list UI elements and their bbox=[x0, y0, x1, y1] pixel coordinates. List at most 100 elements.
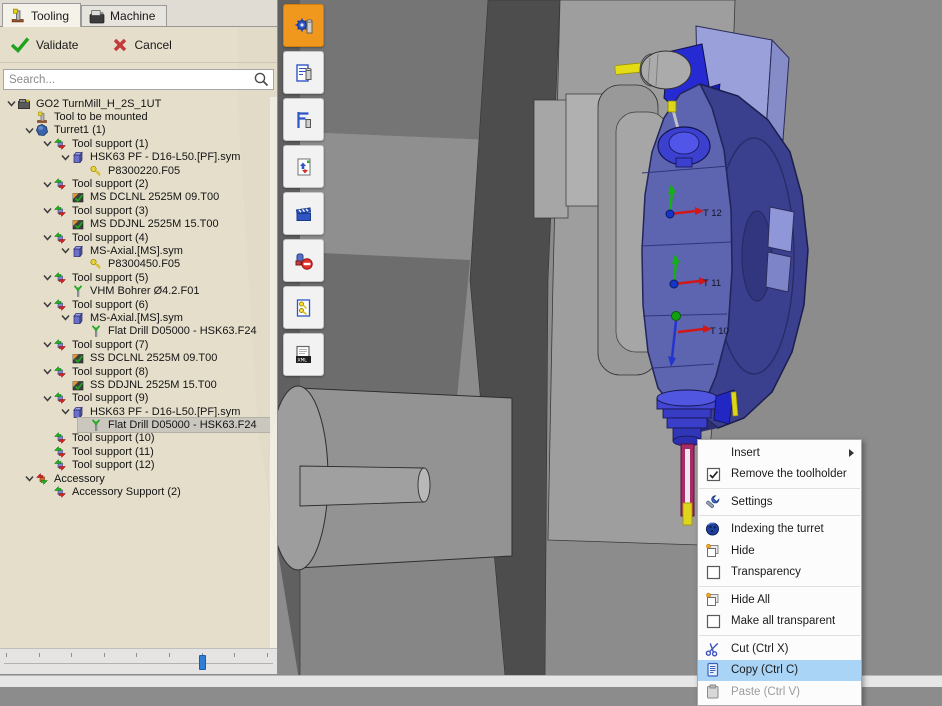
tool-support-icon bbox=[54, 459, 67, 471]
tool-keys-document-button[interactable] bbox=[283, 286, 324, 329]
xml-export-button[interactable]: XML bbox=[283, 333, 324, 376]
chevron-down-icon[interactable] bbox=[42, 339, 53, 350]
workpiece-bar bbox=[300, 466, 424, 506]
chevron-down-icon[interactable] bbox=[6, 98, 17, 109]
scissors-icon bbox=[703, 641, 723, 657]
simulation-button[interactable] bbox=[283, 192, 324, 235]
tool-measurement-button[interactable] bbox=[283, 98, 324, 141]
tool-data-sheet-button[interactable] bbox=[283, 51, 324, 94]
tree-item[interactable]: VHM Bohrer Ø4.2.F01 bbox=[60, 284, 270, 297]
tree-item[interactable]: GO2 TurnMill_H_2S_1UT bbox=[6, 97, 270, 110]
tree-item[interactable]: Tool to be mounted bbox=[24, 110, 270, 123]
tree-item[interactable]: Tool support (5) bbox=[42, 271, 270, 284]
tree-item[interactable]: Tool support (4) bbox=[42, 231, 270, 244]
tree-item[interactable]: Tool support (8) bbox=[42, 365, 270, 378]
station-label-t10: T 10 bbox=[710, 326, 729, 337]
validate-button[interactable]: Validate bbox=[10, 36, 78, 53]
chevron-down-icon[interactable] bbox=[42, 366, 53, 377]
tree-item[interactable]: SS DCLNL 2525M 09.T00 bbox=[60, 351, 270, 364]
flat-drill-tool[interactable] bbox=[681, 444, 694, 525]
cube-icon bbox=[703, 592, 723, 608]
chevron-down-icon[interactable] bbox=[24, 125, 35, 136]
panel-transparency-slider[interactable] bbox=[0, 648, 277, 674]
chevron-down-icon[interactable] bbox=[42, 138, 53, 149]
menu-item-indexing-the-turret[interactable]: Indexing the turret bbox=[698, 519, 861, 541]
indent-spacer bbox=[78, 259, 89, 270]
menu-item-hide[interactable]: Hide bbox=[698, 540, 861, 562]
tree-scrollbar[interactable] bbox=[270, 97, 277, 648]
menu-item-paste[interactable]: Paste (Ctrl V) bbox=[698, 681, 861, 703]
chevron-down-icon[interactable] bbox=[60, 312, 71, 323]
checkbox-icon[interactable] bbox=[703, 613, 723, 629]
tree-item[interactable]: MS-Axial.[MS].sym bbox=[60, 311, 270, 324]
tree-item[interactable]: MS DCLNL 2525M 09.T00 bbox=[60, 191, 270, 204]
tree-item[interactable]: Tool support (2) bbox=[42, 177, 270, 190]
menu-item-cut[interactable]: Cut (Ctrl X) bbox=[698, 638, 861, 660]
menu-item-remove-the-toolholder[interactable]: Remove the toolholder bbox=[698, 464, 861, 486]
chevron-down-icon[interactable] bbox=[60, 152, 71, 163]
menu-item-label: Hide All bbox=[731, 594, 854, 606]
menu-item-label: Remove the toolholder bbox=[731, 468, 854, 480]
tree-item[interactable]: Tool support (7) bbox=[42, 338, 270, 351]
tree-item-label: Tool support (4) bbox=[70, 232, 150, 244]
tree-item[interactable]: Tool support (6) bbox=[42, 298, 270, 311]
tree-item-label: Flat Drill D05000 - HSK63.F24 bbox=[106, 325, 259, 337]
menu-item-insert[interactable]: Insert bbox=[698, 442, 861, 464]
search-input[interactable] bbox=[4, 74, 253, 86]
menu-item-settings[interactable]: Settings bbox=[698, 491, 861, 513]
menu-item-make-all-transparent[interactable]: Make all transparent bbox=[698, 611, 861, 633]
paste-icon bbox=[703, 684, 723, 700]
tree-item[interactable]: MS-Axial.[MS].sym bbox=[60, 244, 270, 257]
tree-item-label: Flat Drill D05000 - HSK63.F24 bbox=[106, 419, 259, 431]
tab-machine-label: Machine bbox=[110, 9, 155, 23]
checkbox-checked-icon[interactable] bbox=[703, 466, 723, 482]
tree-item[interactable]: Tool support (9) bbox=[42, 392, 270, 405]
tree-item[interactable]: Tool support (11) bbox=[42, 445, 270, 458]
tool-restriction-button[interactable] bbox=[283, 239, 324, 282]
tree-item-label: P8300450.F05 bbox=[106, 258, 182, 270]
chevron-down-icon[interactable] bbox=[42, 205, 53, 216]
tree-item[interactable]: Flat Drill D05000 - HSK63.F24 bbox=[78, 418, 270, 431]
tool-import-export-button[interactable] bbox=[283, 145, 324, 188]
tool-support-icon bbox=[54, 138, 67, 150]
tree-item[interactable]: SS DDJNL 2525M 15.T00 bbox=[60, 378, 270, 391]
slider-tick bbox=[39, 653, 40, 657]
tree-item[interactable]: Tool support (1) bbox=[42, 137, 270, 150]
chevron-down-icon[interactable] bbox=[42, 272, 53, 283]
chevron-down-icon[interactable] bbox=[42, 393, 53, 404]
chevron-down-icon[interactable] bbox=[60, 245, 71, 256]
tree-item-label: Tool support (7) bbox=[70, 339, 150, 351]
tree-item[interactable]: P8300450.F05 bbox=[78, 258, 270, 271]
checkbox-icon[interactable] bbox=[703, 564, 723, 580]
tab-machine[interactable]: Machine bbox=[81, 5, 167, 26]
cancel-button[interactable]: Cancel bbox=[112, 37, 171, 53]
tree-item[interactable]: Accessory bbox=[24, 472, 270, 485]
menu-item-copy[interactable]: Copy (Ctrl C) bbox=[698, 660, 861, 682]
tool-restriction-icon bbox=[294, 251, 314, 271]
chevron-down-icon[interactable] bbox=[42, 232, 53, 243]
tree-item[interactable]: Tool support (10) bbox=[42, 432, 270, 445]
menu-item-transparency[interactable]: Transparency bbox=[698, 562, 861, 584]
chevron-down-icon[interactable] bbox=[60, 406, 71, 417]
tree-item[interactable]: HSK63 PF - D16-L50.[PF].sym bbox=[60, 405, 270, 418]
chevron-down-icon[interactable] bbox=[42, 299, 53, 310]
tree-item[interactable]: Tool support (12) bbox=[42, 459, 270, 472]
tree-item[interactable]: Turret1 (1) bbox=[24, 124, 270, 137]
turn-tool-icon bbox=[72, 218, 85, 230]
tree-item[interactable]: Tool support (3) bbox=[42, 204, 270, 217]
panel-tab-bar: Tooling Machine bbox=[0, 0, 277, 27]
tree-item[interactable]: P8300220.F05 bbox=[78, 164, 270, 177]
tree-item[interactable]: Accessory Support (2) bbox=[42, 485, 270, 498]
tree-item[interactable]: Flat Drill D05000 - HSK63.F24 bbox=[78, 325, 270, 338]
search-icon[interactable] bbox=[253, 71, 271, 88]
tool-mounting-button[interactable] bbox=[283, 4, 324, 47]
slider-tick bbox=[104, 653, 105, 657]
chevron-down-icon[interactable] bbox=[42, 179, 53, 190]
tree-item[interactable]: MS DDJNL 2525M 15.T00 bbox=[60, 218, 270, 231]
menu-item-hide-all[interactable]: Hide All bbox=[698, 589, 861, 611]
slider-handle[interactable] bbox=[199, 655, 206, 670]
chevron-down-icon[interactable] bbox=[24, 473, 35, 484]
slider-tick bbox=[136, 653, 137, 657]
tab-tooling[interactable]: Tooling bbox=[2, 3, 81, 27]
tree-item[interactable]: HSK63 PF - D16-L50.[PF].sym bbox=[60, 151, 270, 164]
